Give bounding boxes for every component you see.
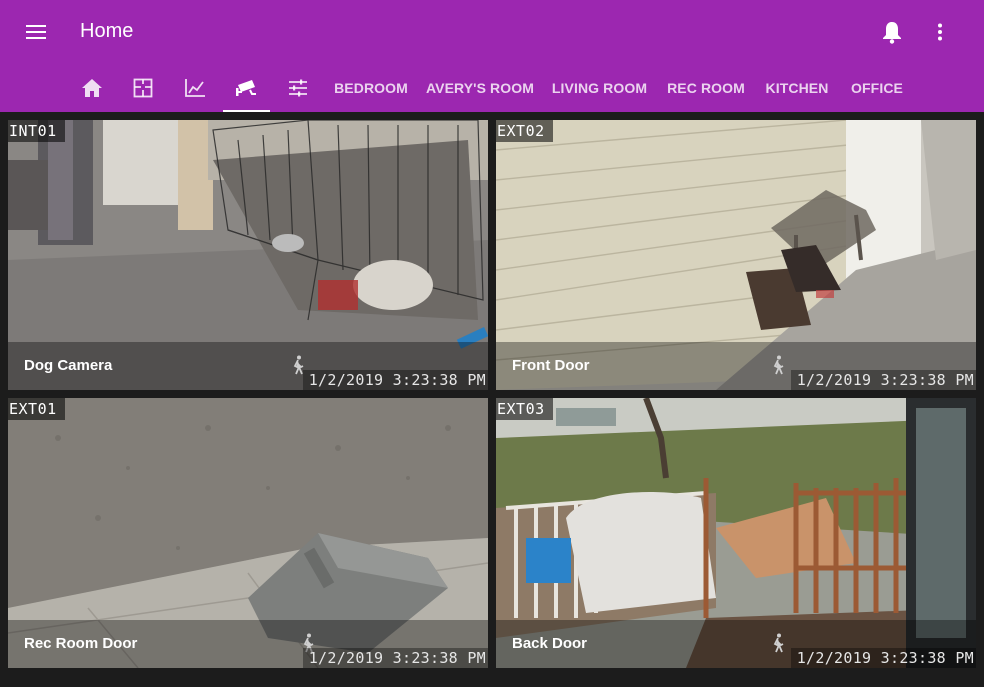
page-title: Home <box>80 20 134 42</box>
tab-controls[interactable] <box>278 64 318 112</box>
cctv-icon <box>235 80 256 96</box>
tab-label: LIVING ROOM <box>551 80 648 96</box>
tab-floorplan[interactable] <box>123 64 163 112</box>
more-options-button[interactable] <box>922 14 958 50</box>
camera-timestamp: 1/2/2019 3:23:38 PM <box>790 648 976 668</box>
tab-rec-room[interactable]: REC ROOM <box>663 64 749 112</box>
camera-card-front-door[interactable]: EXT02 Front Door 1/2/2019 3:23:38 PM <box>496 120 976 390</box>
bell-icon <box>883 22 901 44</box>
camera-card-back-door[interactable]: EXT03 Back Door 1/2/2019 3:23:38 PM <box>496 398 976 668</box>
notifications-button[interactable] <box>874 14 910 50</box>
app-header: Home BEDROOM AVERY'S ROOM LIVING ROOM RE… <box>0 0 984 112</box>
tab-living-room[interactable]: LIVING ROOM <box>548 64 651 112</box>
tab-office[interactable]: OFFICE <box>845 64 909 112</box>
tab-label: KITCHEN <box>765 80 829 96</box>
camera-timestamp: 1/2/2019 3:23:38 PM <box>790 370 976 390</box>
floorplan-icon <box>133 78 153 98</box>
toolbar: Home <box>0 0 984 64</box>
camera-name: Dog Camera <box>24 357 113 374</box>
tune-icon <box>289 79 307 97</box>
camera-card-rec-room-door[interactable]: EXT01 Rec Room Door 1/2/2019 3:23:38 PM <box>8 398 488 668</box>
camera-name: Rec Room Door <box>24 635 138 652</box>
camera-timestamp: 1/2/2019 3:23:38 PM <box>302 370 488 390</box>
tab-label: REC ROOM <box>667 80 745 96</box>
camera-name: Front Door <box>512 357 590 374</box>
tab-label: AVERY'S ROOM <box>426 80 534 96</box>
menu-icon <box>26 25 46 39</box>
camera-timestamp: 1/2/2019 3:23:38 PM <box>302 648 488 668</box>
camera-id-label: EXT01 <box>8 398 65 420</box>
camera-grid: INT01 Dog Camera 1/2/2019 3:23:38 PM EXT… <box>0 112 984 687</box>
more-vert-icon <box>938 23 942 41</box>
home-icon <box>82 79 102 97</box>
tab-cameras[interactable] <box>223 64 270 112</box>
tab-home[interactable] <box>72 64 112 112</box>
chart-line-icon <box>185 79 205 97</box>
tab-label: BEDROOM <box>334 80 408 96</box>
camera-card-dog-camera[interactable]: INT01 Dog Camera 1/2/2019 3:23:38 PM <box>8 120 488 390</box>
motion-walk-icon <box>773 355 784 375</box>
tab-label: OFFICE <box>851 80 903 96</box>
tab-kitchen[interactable]: KITCHEN <box>761 64 833 112</box>
motion-walk-icon <box>773 633 784 653</box>
menu-button[interactable] <box>18 14 54 50</box>
tab-averys-room[interactable]: AVERY'S ROOM <box>424 64 536 112</box>
camera-id-label: INT01 <box>8 120 65 142</box>
camera-id-label: EXT02 <box>496 120 553 142</box>
camera-id-label: EXT03 <box>496 398 553 420</box>
camera-name: Back Door <box>512 635 588 652</box>
tab-bedroom[interactable]: BEDROOM <box>330 64 412 112</box>
tab-history[interactable] <box>175 64 215 112</box>
view-tabs: BEDROOM AVERY'S ROOM LIVING ROOM REC ROO… <box>0 64 984 112</box>
